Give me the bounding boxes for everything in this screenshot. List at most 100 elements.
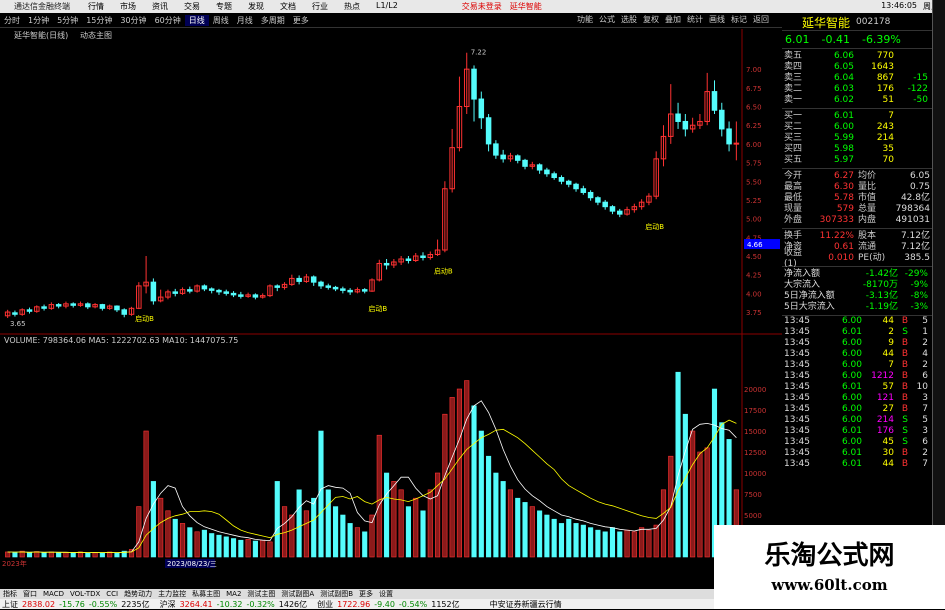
flow-label: 大宗流入: [784, 280, 821, 290]
index-name[interactable]: 创业: [317, 599, 333, 610]
indicator-tab[interactable]: 测试主图: [244, 589, 278, 599]
indicator-tab[interactable]: VOL-TDX: [67, 590, 103, 598]
period-tab[interactable]: 日线: [184, 15, 209, 26]
candle-body: [573, 183, 579, 190]
tick-vol: 7: [888, 360, 894, 370]
tool-button[interactable]: 标记: [728, 14, 750, 25]
menu-item[interactable]: 专题: [208, 1, 240, 12]
kline-chart[interactable]: 延华智能(日线) 动态主图 7.00 6.75 6.50 6.25 6.00 5.75 5.50…: [0, 29, 782, 589]
period-tab[interactable]: 更多: [289, 15, 313, 26]
tool-button[interactable]: 统计: [684, 14, 706, 25]
period-tab[interactable]: 30分钟: [116, 15, 150, 26]
volume-bar: [376, 434, 382, 558]
indicator-tab[interactable]: MACD: [40, 590, 67, 598]
menu-item[interactable]: 资讯: [144, 1, 176, 12]
indicator-tab[interactable]: 主力监控: [155, 589, 189, 599]
tick-row: 13:45 6.00 214 S 5: [784, 415, 932, 426]
tick-row: 13:45 6.00 1212 B 6: [784, 371, 932, 382]
period-tab[interactable]: 周线: [209, 15, 233, 26]
volume-bar: [609, 527, 616, 558]
volume-bar: [566, 518, 572, 558]
indicator-tab[interactable]: 窗口: [20, 589, 40, 599]
tick-price: 6.00: [841, 437, 862, 447]
side-strip[interactable]: [932, 0, 945, 589]
candle-body: [733, 142, 740, 145]
candle-body: [595, 197, 601, 203]
tool-button[interactable]: 画线: [706, 14, 728, 25]
tick-time: 13:45: [784, 338, 810, 348]
candle-body: [485, 117, 492, 145]
app-title: 通达信金融终端: [14, 2, 70, 11]
tick-vol: 57: [882, 382, 894, 392]
stock-label[interactable]: 延华智能: [510, 1, 542, 12]
indicator-tab[interactable]: 趋势动力: [121, 589, 155, 599]
book-price: 5.98: [833, 144, 854, 154]
stat-row: 最低 5.78 市值 42.8亿: [784, 193, 932, 204]
tool-button[interactable]: 叠加: [662, 14, 684, 25]
volume-tick: 15000: [744, 428, 766, 436]
period-tab[interactable]: 月线: [233, 15, 257, 26]
tick-price: 6.01: [841, 426, 862, 436]
tool-button[interactable]: 复权: [640, 14, 662, 25]
stat-value: 307333: [819, 215, 854, 225]
tool-button[interactable]: 返回: [750, 14, 772, 25]
period-tab[interactable]: 分时: [0, 15, 24, 26]
login-alert[interactable]: 交易未登录: [462, 1, 502, 12]
volume-bar: [464, 380, 470, 558]
candle-body: [478, 98, 485, 119]
tick-price: 6.00: [841, 349, 862, 359]
indicator-tab[interactable]: 指标: [0, 589, 20, 599]
book-row: 买二 6.00 243: [784, 122, 932, 133]
book-row: 卖三 6.04 867 -15: [784, 73, 932, 84]
candle-body: [420, 255, 426, 258]
tick-time: 13:45: [784, 360, 810, 370]
index-name[interactable]: 上证: [2, 599, 18, 610]
flow-label: 5日大宗流入: [784, 302, 835, 312]
indicator-tab[interactable]: 测试副图A: [278, 589, 317, 599]
menu-item[interactable]: 发现: [240, 1, 272, 12]
indicator-tab[interactable]: 私募主图: [189, 589, 223, 599]
book-vol: 770: [876, 51, 894, 61]
volume-bar: [26, 552, 33, 558]
menu-item[interactable]: 交易: [176, 1, 208, 12]
volume-bar: [216, 534, 222, 558]
tool-button[interactable]: 公式: [596, 14, 618, 25]
menu-item[interactable]: 文档: [272, 1, 304, 12]
volume-bar: [704, 447, 710, 558]
indicator-tab[interactable]: 更多: [356, 589, 376, 599]
tick-list[interactable]: 13:45 6.00 44 B 5 13:45 6.01 2 S 1 13:45 6.00 9 B 2 13:…: [782, 316, 932, 470]
indicator-tab[interactable]: MA2: [223, 590, 244, 598]
tick-price: 6.00: [841, 393, 862, 403]
index-amount: 1426亿: [278, 599, 308, 609]
menu-item[interactable]: 行业: [304, 1, 336, 12]
period-tab[interactable]: 1分钟: [24, 15, 53, 26]
period-tab[interactable]: 15分钟: [82, 15, 116, 26]
indicator-tab[interactable]: 设置: [376, 589, 396, 599]
signal-label: 启动B: [434, 267, 453, 276]
menu-item[interactable]: 行情: [80, 1, 112, 12]
stat-label: 最低: [784, 193, 803, 203]
menu-item[interactable]: L1/L2: [368, 1, 406, 12]
tick-side: B: [901, 316, 908, 326]
index-name[interactable]: 沪深: [160, 599, 176, 610]
tool-button[interactable]: 选股: [618, 14, 640, 25]
menu-item[interactable]: 市场: [112, 1, 144, 12]
tool-button[interactable]: 功能: [574, 14, 596, 25]
change: -0.41: [821, 33, 850, 46]
tick-side: B: [901, 393, 908, 403]
period-tab[interactable]: 5分钟: [53, 15, 82, 26]
volume-bar: [391, 481, 397, 558]
period-tab[interactable]: 60分钟: [151, 15, 185, 26]
tick-count: 7: [922, 459, 928, 469]
candle-body: [340, 288, 346, 291]
tick-side: S: [902, 327, 908, 337]
price-tick: 6.00: [746, 141, 762, 149]
candle-body: [238, 294, 244, 297]
indicator-tab[interactable]: 测试副图B: [317, 589, 356, 599]
indicator-tab[interactable]: CCI: [103, 590, 121, 598]
menu-item[interactable]: 热点: [336, 1, 368, 12]
candle-body: [12, 312, 18, 315]
current-price-text: 4.66: [747, 241, 763, 249]
signal-label: 启动B: [368, 304, 387, 313]
period-tab[interactable]: 多周期: [257, 15, 289, 26]
